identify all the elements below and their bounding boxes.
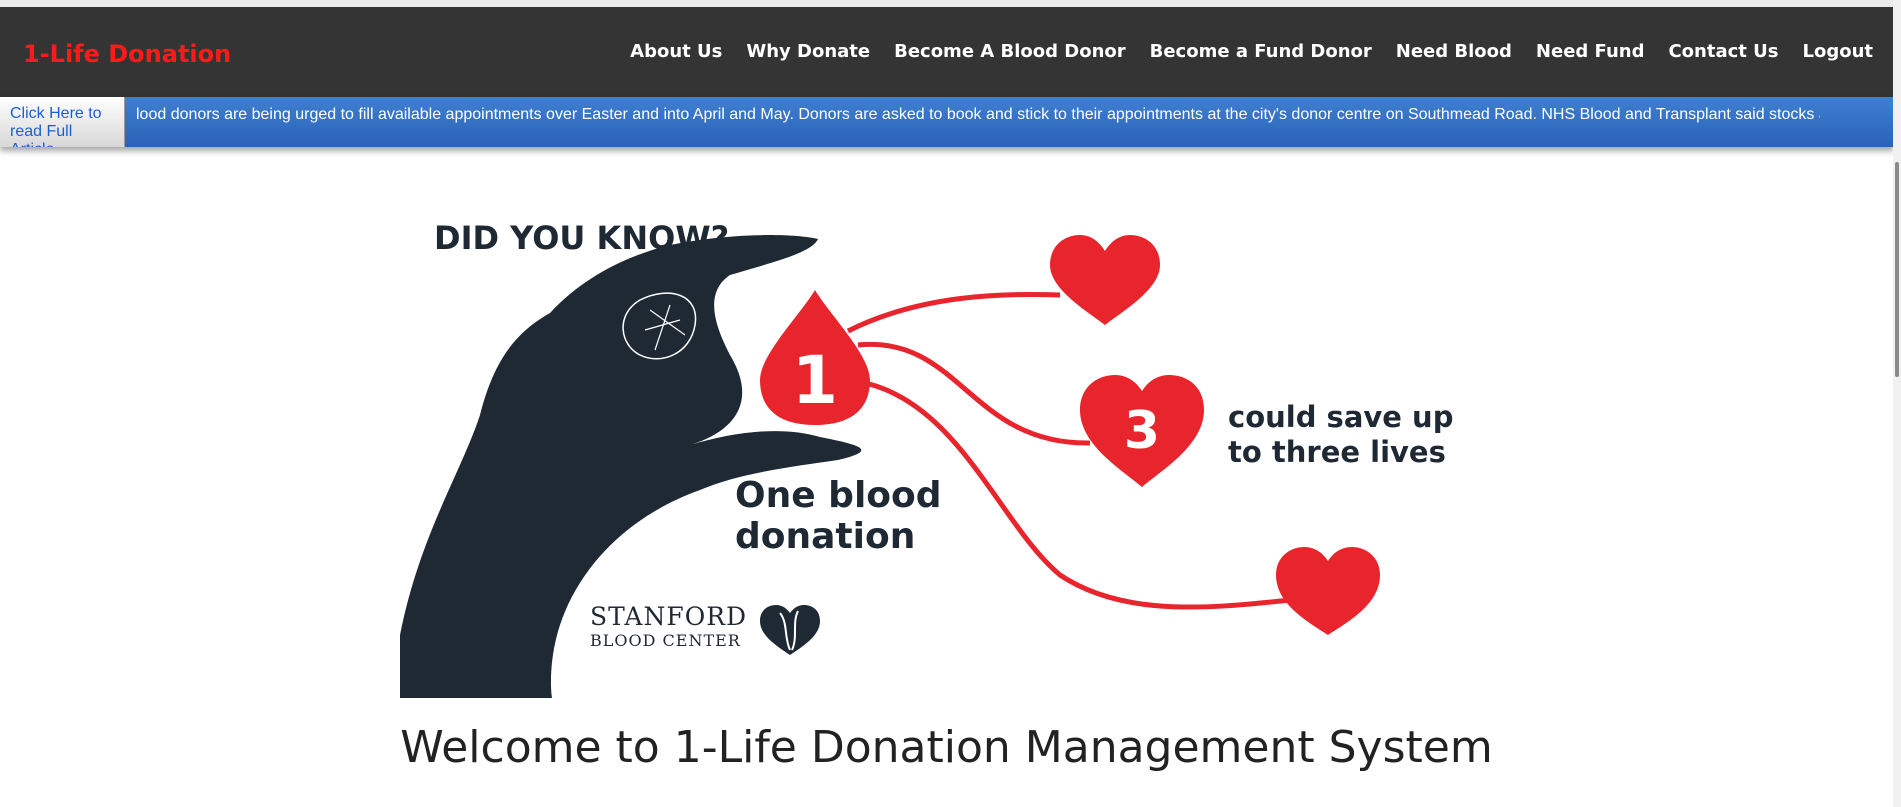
heart-icon (1050, 235, 1160, 325)
top-navbar: 1-Life Donation About Us Why Donate Beco… (0, 7, 1893, 97)
nav-contact-us[interactable]: Contact Us (1668, 41, 1778, 62)
nav-become-fund-donor[interactable]: Become a Fund Donor (1150, 41, 1372, 62)
brand-logo[interactable]: 1-Life Donation (23, 40, 231, 68)
nav-become-blood-donor[interactable]: Become A Blood Donor (894, 41, 1126, 62)
nav-menu: About Us Why Donate Become A Blood Donor… (630, 41, 1873, 62)
claim-line-1: could save up (1228, 400, 1453, 434)
caption-line-2: donation (735, 516, 915, 557)
nav-about-us[interactable]: About Us (630, 41, 722, 62)
browser-top-strip (0, 0, 1901, 7)
read-full-article-button[interactable]: Click Here to read Full Article (0, 97, 125, 147)
drop-number: 1 (792, 342, 838, 419)
page-scrollbar[interactable] (1893, 0, 1901, 807)
heart-three-icon: 3 (1080, 375, 1204, 487)
nav-logout[interactable]: Logout (1802, 41, 1873, 62)
news-ticker: Click Here to read Full Article lood don… (0, 97, 1894, 147)
stanford-blood-center-logo: STANFORD BLOOD CENTER (590, 602, 820, 655)
did-you-know-infographic: 1 3 DID YOU KNOW? One blood donation cou… (400, 219, 1453, 698)
logo-line-1: STANFORD (590, 602, 747, 631)
scrollbar-thumb[interactable] (1895, 162, 1899, 377)
nav-need-blood[interactable]: Need Blood (1396, 41, 1512, 62)
heart-icon (1276, 547, 1380, 635)
welcome-heading: Welcome to 1-Life Donation Management Sy… (400, 722, 1493, 773)
ticker-marquee-text[interactable]: lood donors are being urged to fill avai… (136, 106, 1820, 124)
claim-line-2: to three lives (1228, 435, 1446, 469)
nav-need-fund[interactable]: Need Fund (1536, 41, 1645, 62)
vein-top (846, 291, 1061, 334)
caption-line-1: One blood (735, 475, 942, 516)
heart-number: 3 (1124, 401, 1160, 461)
logo-line-2: BLOOD CENTER (590, 631, 741, 650)
blood-drop-icon: 1 (760, 290, 870, 425)
infographic-headline: DID YOU KNOW? (434, 219, 729, 257)
nav-why-donate[interactable]: Why Donate (746, 41, 870, 62)
